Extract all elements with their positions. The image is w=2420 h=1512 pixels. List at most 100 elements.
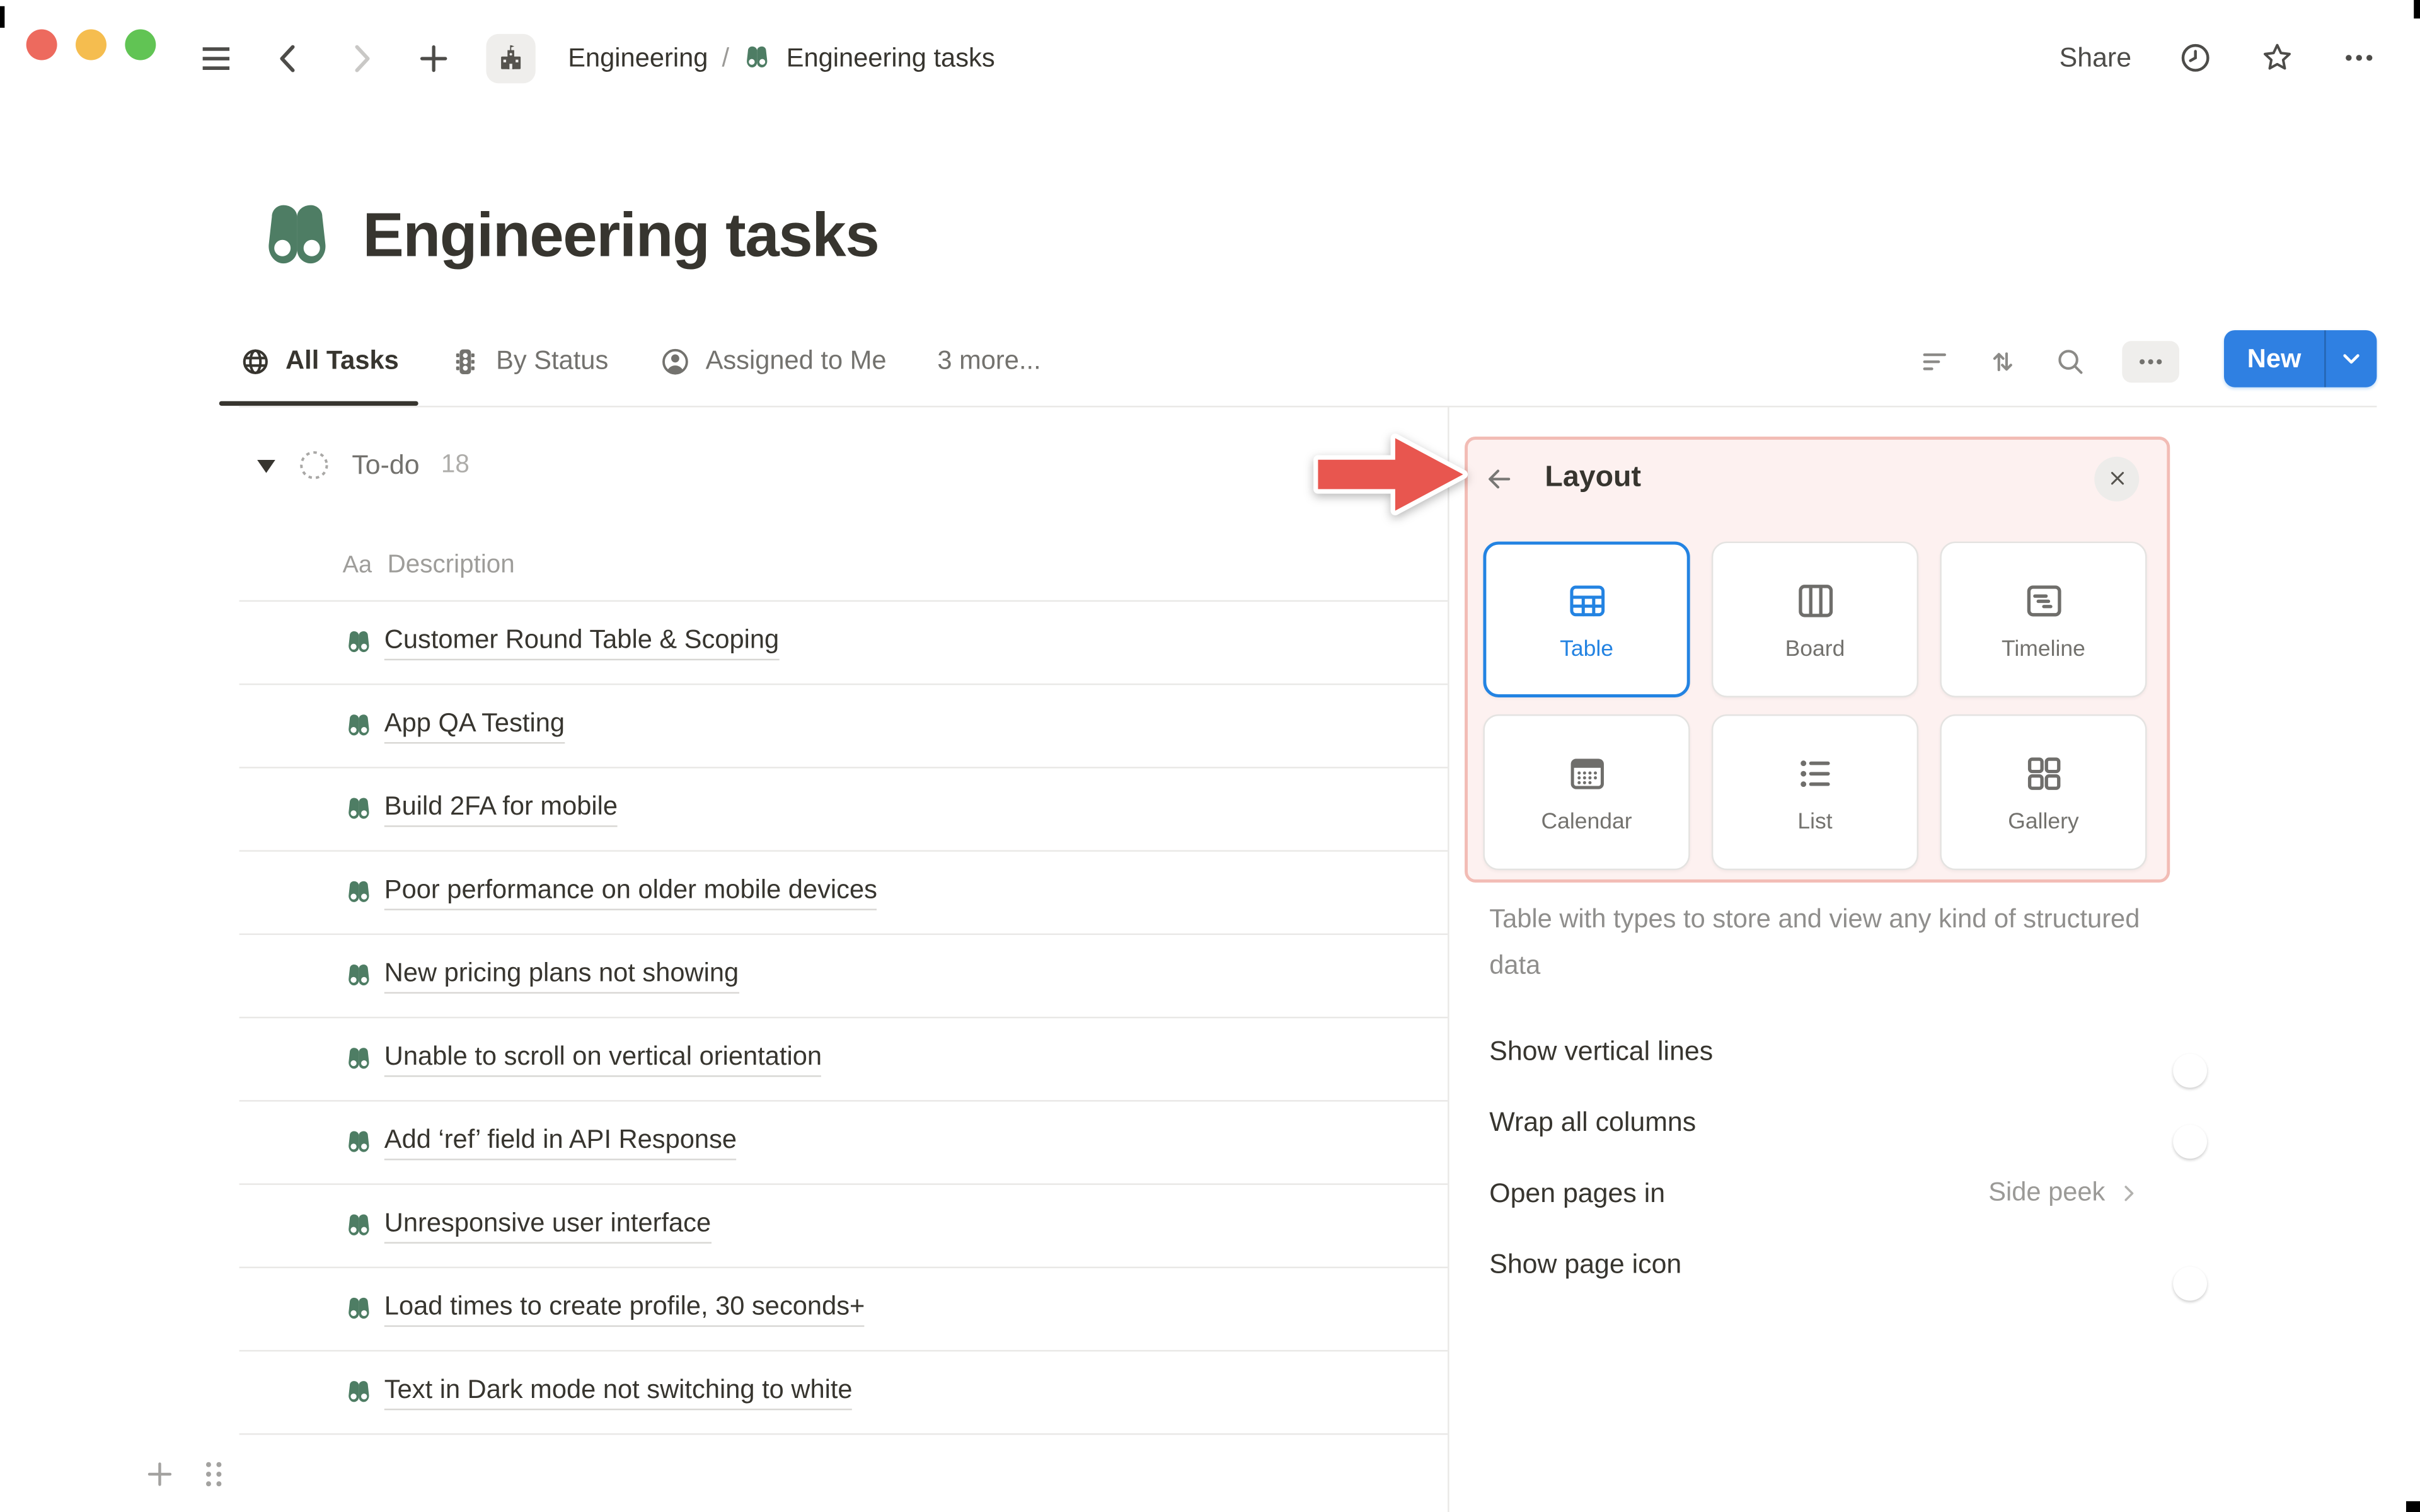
list-icon — [1792, 750, 1837, 795]
binoculars-page-icon — [349, 1131, 369, 1152]
table-row[interactable]: Add ‘ref’ field in API Response — [239, 1102, 1448, 1185]
task-title[interactable]: Poor performance on older mobile devices — [384, 875, 877, 910]
minimize-window-button[interactable] — [75, 29, 107, 60]
setting-label: Wrap all columns — [1489, 1105, 1697, 1137]
view-options-button[interactable] — [2122, 340, 2179, 382]
updates-clock-icon[interactable] — [2178, 40, 2213, 76]
table-row[interactable]: Load times to create profile, 30 seconds… — [239, 1268, 1448, 1352]
setting-label: Open pages in — [1489, 1176, 1666, 1208]
table-row[interactable]: Unresponsive user interface — [239, 1185, 1448, 1269]
layout-option-calendar[interactable]: Calendar — [1483, 714, 1690, 871]
forward-chevron-icon[interactable] — [341, 38, 381, 78]
tab-label: Assigned to Me — [705, 345, 887, 375]
close-window-button[interactable] — [26, 29, 57, 60]
task-title[interactable]: Text in Dark mode not switching to white — [384, 1375, 853, 1410]
notion-window: Engineering / Engineering tasks Share En… — [0, 0, 2420, 1512]
collapse-triangle-icon[interactable] — [256, 456, 277, 474]
close-panel-button[interactable] — [2094, 455, 2140, 501]
nav-breadcrumb-bar: Engineering / Engineering tasks — [196, 0, 995, 116]
sidebar-menu-icon[interactable] — [196, 38, 236, 78]
view-toolbar — [1918, 316, 2179, 406]
property-type-label: Aa — [342, 551, 372, 578]
task-title[interactable]: Add ‘ref’ field in API Response — [384, 1125, 737, 1160]
new-dropdown-button[interactable] — [2326, 330, 2377, 387]
new-button-group: New — [2224, 330, 2377, 387]
new-button[interactable]: New — [2224, 330, 2324, 387]
favorite-star-icon[interactable] — [2259, 40, 2295, 76]
new-page-plus-icon[interactable] — [413, 38, 454, 78]
filter-icon[interactable] — [1918, 345, 1950, 377]
task-title[interactable]: Build 2FA for mobile — [384, 792, 618, 827]
sort-icon[interactable] — [1986, 345, 2019, 377]
task-title[interactable]: New pricing plans not showing — [384, 958, 739, 994]
group-label[interactable]: To-do — [352, 449, 419, 481]
search-icon[interactable] — [2054, 345, 2087, 377]
layout-option-gallery[interactable]: Gallery — [1940, 714, 2147, 871]
building-icon — [501, 44, 521, 69]
breadcrumb-page[interactable]: Engineering tasks — [786, 42, 995, 73]
task-title[interactable]: Unresponsive user interface — [384, 1208, 712, 1244]
binoculars-page-icon — [349, 1214, 369, 1235]
table-row[interactable]: Poor performance on older mobile devices — [239, 852, 1448, 936]
tab-label: By Status — [496, 345, 609, 375]
setting-open-pages-in: Open pages in Side peek — [1489, 1157, 2142, 1228]
tab-label: 3 more... — [937, 345, 1041, 375]
timeline-icon — [2021, 578, 2066, 622]
tab-all-tasks[interactable]: All Tasks — [219, 316, 420, 406]
group-header-todo: To-do 18 — [256, 447, 470, 483]
more-options-icon[interactable] — [2341, 40, 2377, 76]
task-title[interactable]: Load times to create profile, 30 seconds… — [384, 1292, 865, 1327]
setting-show-vertical-lines: Show vertical lines — [1489, 1015, 2208, 1088]
workspace-chip[interactable] — [486, 33, 536, 83]
view-tabs: All Tasks By Status Assigned to Me 3 mor… — [219, 316, 1041, 406]
back-chevron-icon[interactable] — [268, 38, 309, 78]
toggle-knob — [2173, 1125, 2208, 1159]
ellipsis-icon — [2140, 358, 2162, 364]
zoom-window-button[interactable] — [125, 29, 156, 60]
layout-option-timeline[interactable]: Timeline — [1940, 541, 2147, 697]
add-row-plus-icon[interactable] — [142, 1457, 177, 1492]
task-title[interactable]: Customer Round Table & Scoping — [384, 625, 780, 660]
setting-link[interactable]: Side peek — [1988, 1177, 2142, 1208]
gallery-icon — [2021, 750, 2066, 795]
traffic-light-icon — [456, 348, 475, 374]
tab-label: All Tasks — [285, 345, 399, 375]
table-row[interactable]: New pricing plans not showing — [239, 935, 1448, 1019]
table-row[interactable]: Text in Dark mode not switching to white — [239, 1351, 1448, 1435]
layout-option-board[interactable]: Board — [1711, 541, 1919, 697]
person-icon — [662, 348, 689, 374]
annotation-arrow — [1313, 433, 1468, 515]
panel-title: Layout — [1545, 461, 1641, 494]
tab-assigned-to-me[interactable]: Assigned to Me — [659, 316, 887, 406]
share-button[interactable]: Share — [2060, 42, 2131, 74]
task-table: Customer Round Table & Scoping App QA Te… — [239, 602, 1448, 1435]
tab-more-views[interactable]: 3 more... — [937, 316, 1040, 406]
page-title[interactable]: Engineering tasks — [363, 202, 880, 272]
table-row[interactable]: Build 2FA for mobile — [239, 769, 1448, 852]
setting-wrap-all-columns: Wrap all columns — [1489, 1086, 2208, 1159]
breadcrumb-workspace[interactable]: Engineering — [568, 42, 708, 73]
drag-handle-icon[interactable] — [196, 1457, 231, 1492]
view-settings-panel: Layout Table Board Timeline Calendar Lis… — [1448, 407, 2420, 1512]
table-row[interactable]: App QA Testing — [239, 685, 1448, 769]
chevron-down-icon — [2343, 354, 2360, 364]
table-row[interactable]: Unable to scroll on vertical orientation — [239, 1018, 1448, 1102]
layout-option-list[interactable]: List — [1711, 714, 1919, 871]
group-count: 18 — [441, 450, 470, 479]
page-binoculars-icon[interactable] — [256, 196, 338, 278]
table-row[interactable]: Customer Round Table & Scoping — [239, 602, 1448, 685]
task-title[interactable]: App QA Testing — [384, 709, 565, 743]
tab-by-status[interactable]: By Status — [450, 316, 609, 406]
page-title-row: Engineering tasks — [256, 196, 880, 278]
back-arrow-icon[interactable] — [1483, 462, 1515, 494]
layout-options-grid: Table Board Timeline Calendar List Galle… — [1483, 541, 2147, 871]
breadcrumb-separator: / — [722, 42, 730, 72]
binoculars-page-icon — [349, 714, 369, 736]
table-column-header[interactable]: Aa Description — [239, 530, 1448, 602]
task-title[interactable]: Unable to scroll on vertical orientation — [384, 1042, 822, 1077]
screenshot-artifact — [2406, 1501, 2420, 1512]
layout-panel-header: Layout — [1483, 450, 2140, 506]
window-controls — [26, 29, 156, 60]
table-icon — [1564, 578, 1609, 622]
layout-option-table[interactable]: Table — [1483, 541, 1690, 697]
